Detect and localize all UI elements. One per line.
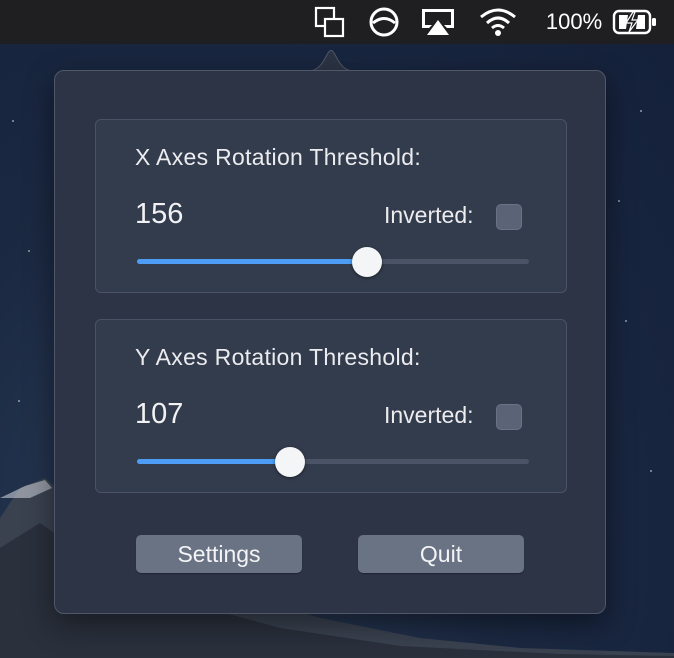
quit-button[interactable]: Quit bbox=[358, 535, 524, 573]
star bbox=[18, 400, 20, 402]
y-axis-group: Y Axes Rotation Threshold: 107 Inverted: bbox=[95, 319, 567, 493]
slider-fill bbox=[137, 259, 367, 264]
y-inverted-checkbox[interactable] bbox=[496, 404, 522, 430]
slider-fill bbox=[137, 459, 290, 464]
x-axis-group: X Axes Rotation Threshold: 156 Inverted: bbox=[95, 119, 567, 293]
battery-percent[interactable]: 100% bbox=[538, 0, 610, 44]
circle-slash-icon[interactable] bbox=[364, 0, 404, 44]
y-axis-slider[interactable] bbox=[137, 446, 529, 478]
menu-bar: 100% bbox=[0, 0, 674, 44]
y-axis-value: 107 bbox=[135, 398, 184, 430]
y-inverted-label: Inverted: bbox=[384, 402, 474, 428]
y-axis-title: Y Axes Rotation Threshold: bbox=[135, 344, 421, 370]
app-windows-icon[interactable] bbox=[310, 0, 350, 44]
star bbox=[625, 320, 627, 322]
airplay-icon[interactable] bbox=[416, 0, 460, 44]
star bbox=[12, 120, 14, 122]
battery-charging-icon[interactable] bbox=[610, 0, 660, 44]
slider-thumb[interactable] bbox=[275, 447, 305, 477]
star bbox=[650, 470, 652, 472]
x-inverted-label: Inverted: bbox=[384, 202, 474, 228]
settings-button[interactable]: Settings bbox=[136, 535, 302, 573]
star bbox=[618, 200, 620, 202]
x-axis-value: 156 bbox=[135, 198, 184, 230]
slider-thumb[interactable] bbox=[352, 247, 382, 277]
star bbox=[640, 110, 642, 112]
x-axis-title: X Axes Rotation Threshold: bbox=[135, 144, 422, 170]
threshold-popover: X Axes Rotation Threshold: 156 Inverted:… bbox=[54, 70, 606, 614]
x-inverted-checkbox[interactable] bbox=[496, 204, 522, 230]
x-axis-slider[interactable] bbox=[137, 246, 529, 278]
wifi-icon[interactable] bbox=[476, 0, 520, 44]
star bbox=[28, 250, 30, 252]
